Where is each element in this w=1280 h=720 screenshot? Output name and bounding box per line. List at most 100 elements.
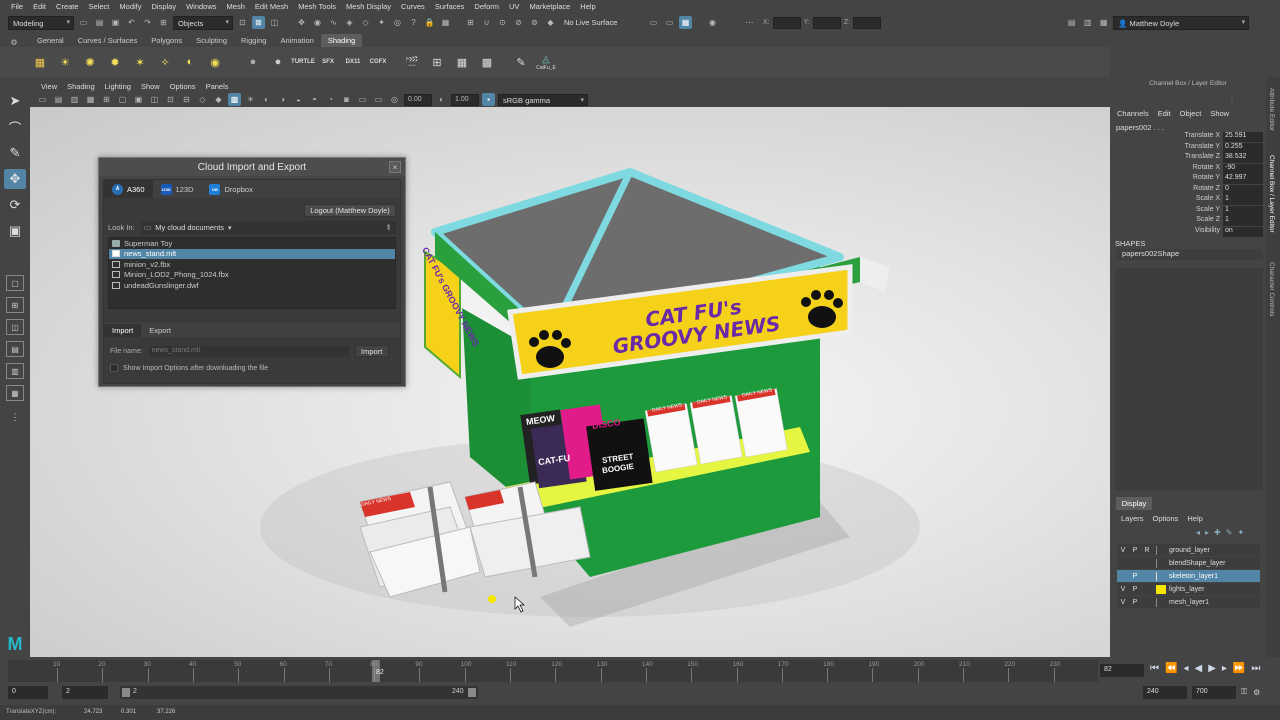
channel-row[interactable]: Scale Z1	[1110, 216, 1266, 227]
layer-color-swatch[interactable]	[1156, 571, 1166, 581]
tab-import[interactable]: Import	[104, 323, 142, 337]
snap-view-icon[interactable]: ⊘	[512, 16, 525, 29]
render-settings-icon[interactable]: ◉	[706, 16, 719, 29]
channel-value[interactable]: 25.591	[1223, 132, 1263, 142]
lambert-sphere-icon[interactable]: ●	[243, 52, 263, 72]
shelf-tab-shading[interactable]: Shading	[320, 33, 363, 47]
y-field[interactable]	[812, 16, 841, 29]
show-options-checkbox[interactable]	[110, 364, 118, 372]
up-folder-icon[interactable]: ⬆	[385, 223, 392, 232]
shading-group-icon[interactable]: ▦	[30, 52, 50, 72]
volume-light-icon[interactable]: ◐	[180, 52, 200, 72]
menu-display[interactable]: Display	[147, 2, 182, 11]
snap-point-icon[interactable]: ⊙	[496, 16, 509, 29]
xray-icon[interactable]: ▭	[356, 93, 369, 106]
select-by-handle-icon[interactable]: ✥	[295, 16, 308, 29]
menu-help[interactable]: Help	[575, 2, 600, 11]
menu-create[interactable]: Create	[51, 2, 84, 11]
layer-playback[interactable]: P	[1129, 573, 1141, 580]
film-gate-icon[interactable]: ▢	[116, 93, 129, 106]
layout-outliner-icon[interactable]: ▤	[6, 341, 24, 357]
checker-icon[interactable]: ▦	[452, 52, 472, 72]
menu-marketplace[interactable]: Marketplace	[524, 2, 575, 11]
tab-a360[interactable]: A A360	[104, 180, 153, 198]
shelf-tab-animation[interactable]: Animation	[273, 34, 320, 47]
range-slider-end-handle[interactable]	[468, 688, 476, 697]
color-management-icon[interactable]: ▪	[482, 93, 495, 106]
antialias-icon[interactable]: ◓	[308, 93, 321, 106]
catfu-script-icon[interactable]: ◬ CatFu_E	[536, 52, 556, 72]
render-region-icon[interactable]: ⊞	[427, 52, 447, 72]
channel-value[interactable]: 38.532	[1223, 153, 1263, 163]
menu-edit-mesh[interactable]: Edit Mesh	[250, 2, 293, 11]
cb-menu-edit[interactable]: Edit	[1158, 109, 1171, 118]
play-back-icon[interactable]: ◀	[1194, 663, 1202, 674]
cb-menu-object[interactable]: Object	[1180, 109, 1202, 118]
step-back-icon[interactable]: ◂	[1183, 663, 1188, 674]
layer-row[interactable]: V Plights_layer	[1117, 583, 1260, 596]
layer-move-up-icon[interactable]: ◂	[1196, 528, 1200, 537]
clapper-icon[interactable]: 🎬	[402, 52, 422, 72]
list-item[interactable]: Minion_LOD2_Phong_1024.fbx	[109, 270, 395, 281]
layer-row[interactable]: V P Rground_layer	[1117, 544, 1260, 557]
menu-mesh-tools[interactable]: Mesh Tools	[293, 2, 341, 11]
import-button[interactable]: Import	[354, 345, 389, 357]
tab-display-layers[interactable]: Display	[1116, 497, 1152, 510]
layer-visibility[interactable]: V	[1117, 586, 1129, 593]
range-start-field[interactable]: 0	[8, 686, 48, 699]
dof-icon[interactable]: ◔	[324, 93, 337, 106]
layer-visibility[interactable]: V	[1117, 599, 1129, 606]
lasso-tool-icon[interactable]: ⌒	[4, 117, 26, 137]
side-tab-channel-box[interactable]: Channel Box / Layer Editor	[1268, 155, 1275, 233]
menu-surfaces[interactable]: Surfaces	[430, 2, 470, 11]
sfx-icon[interactable]: SFX	[318, 52, 338, 72]
list-item[interactable]: news_stand.mlt	[109, 248, 395, 259]
layer-playback[interactable]: P	[1129, 599, 1141, 606]
rotate-tool-icon[interactable]: ⟳	[4, 195, 26, 215]
cb-menu-show[interactable]: Show	[1210, 109, 1229, 118]
spot-light-icon[interactable]: ✶	[130, 52, 150, 72]
textured-icon[interactable]: ▩	[228, 93, 241, 106]
range-slider[interactable]	[120, 686, 478, 699]
shape-name[interactable]: papers002Shape	[1116, 249, 1263, 260]
go-to-end-icon[interactable]: ⏭	[1251, 663, 1260, 674]
panel-menu-lighting[interactable]: Lighting	[100, 82, 136, 91]
file-name-field[interactable]: news_stand.mlt	[148, 345, 349, 357]
paint-select-tool-icon[interactable]: ✎	[4, 143, 26, 163]
channel-row[interactable]: Visibility on	[1110, 226, 1266, 238]
resolution-gate-icon[interactable]: ▣	[132, 93, 145, 106]
exposure-icon[interactable]: ◎	[388, 93, 401, 106]
layout-graph-icon[interactable]: ▥	[6, 363, 24, 379]
channel-value[interactable]: -90	[1223, 163, 1263, 174]
channel-row[interactable]: Translate X 25.591	[1110, 132, 1266, 143]
layer-color-swatch[interactable]	[1156, 597, 1166, 607]
select-by-deform-icon[interactable]: ◇	[359, 16, 372, 29]
hierarchy-icon[interactable]: ⊞	[157, 16, 170, 29]
channel-row[interactable]: Scale X1	[1110, 195, 1266, 206]
step-forward-key-icon[interactable]: ⏩	[1233, 663, 1245, 674]
select-by-misc-icon[interactable]: ?	[407, 16, 420, 29]
menu-mesh[interactable]: Mesh	[222, 2, 250, 11]
grid-toggle-icon[interactable]: ⊞	[100, 93, 113, 106]
dx11-icon[interactable]: DX11	[343, 52, 363, 72]
ambient-occlusion-icon[interactable]: ◑	[276, 93, 289, 106]
select-by-surface-icon[interactable]: ◈	[343, 16, 356, 29]
layer-row[interactable]: Pskeleton_layer1	[1117, 570, 1260, 583]
exposure-field[interactable]: 0.00	[404, 93, 432, 106]
select-by-dynamic-icon[interactable]: ✦	[375, 16, 388, 29]
cb-menu-channels[interactable]: Channels	[1117, 109, 1149, 118]
render-frame-icon[interactable]: ▭	[663, 16, 676, 29]
panel-menu-panels[interactable]: Panels	[201, 82, 234, 91]
channel-row[interactable]: Rotate X -90	[1110, 163, 1266, 175]
panel-menu-show[interactable]: Show	[136, 82, 165, 91]
menu-select[interactable]: Select	[84, 2, 115, 11]
tab-dropbox[interactable]: DB Dropbox	[201, 180, 260, 198]
select-by-curve-icon[interactable]: ∿	[327, 16, 340, 29]
select-by-render-icon[interactable]: ◎	[391, 16, 404, 29]
layer-playback[interactable]: P	[1129, 547, 1141, 554]
workspace-icon[interactable]: ▤	[1065, 16, 1078, 29]
shadows-icon[interactable]: ◐	[260, 93, 273, 106]
playback-end-field[interactable]: 240	[1143, 686, 1187, 699]
menu-uv[interactable]: UV	[504, 2, 524, 11]
dialog-close-button[interactable]: ×	[389, 161, 401, 173]
